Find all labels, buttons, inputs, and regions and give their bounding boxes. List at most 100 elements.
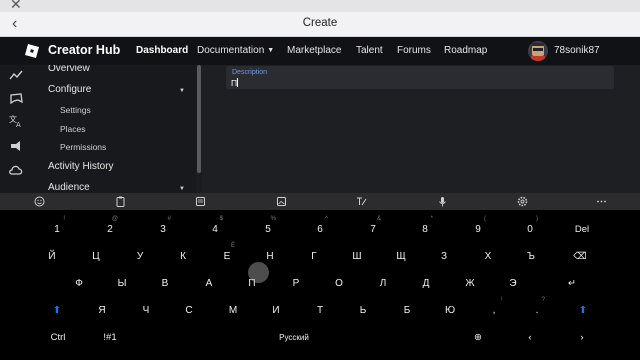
key-Б[interactable]: Б [387, 301, 427, 321]
microphone-icon[interactable] [437, 196, 448, 207]
nav-talent[interactable]: Talent [356, 45, 383, 56]
key-delete[interactable]: Del [562, 220, 602, 240]
key-У[interactable]: У [120, 247, 160, 267]
key-comma[interactable]: ,! [474, 297, 514, 321]
key-2[interactable]: 2 @ [90, 216, 130, 240]
chevron-down-icon[interactable]: ▼ [179, 186, 185, 192]
key-ctrl[interactable]: Ctrl [38, 328, 78, 348]
key-1[interactable]: 1! [37, 216, 77, 240]
key-Я[interactable]: Я [82, 301, 122, 321]
key-Э[interactable]: Э [493, 274, 533, 294]
key-О[interactable]: О [319, 274, 359, 294]
key-0[interactable]: 0) [510, 216, 550, 240]
description-field[interactable]: Description П [226, 66, 614, 89]
more-icon[interactable] [596, 196, 607, 207]
backspace-icon[interactable]: ⌫ [560, 247, 600, 267]
key-7[interactable]: 7 & [353, 216, 393, 240]
key-Ь[interactable]: Ь [343, 301, 383, 321]
key-Г[interactable]: Г [294, 247, 334, 267]
key-Д[interactable]: Д [406, 274, 446, 294]
key-Е[interactable]: ЕЁ [207, 243, 247, 267]
sidebar-item-settings[interactable]: Settings [60, 105, 91, 115]
key-Ь-label: Ь [359, 305, 367, 316]
key-Т[interactable]: Т [300, 301, 340, 321]
key-6[interactable]: 6 ^ [300, 216, 340, 240]
avatar[interactable] [528, 41, 548, 61]
trending-icon[interactable] [9, 68, 23, 82]
key-Г-label: Г [311, 251, 317, 262]
key-5[interactable]: 5% [248, 216, 288, 240]
key-М[interactable]: М [213, 301, 253, 321]
key-С[interactable]: С [169, 301, 209, 321]
sidebar-item-configure[interactable]: Configure [48, 84, 91, 95]
image-icon[interactable] [276, 196, 287, 207]
key-Ш[interactable]: Ш [337, 247, 377, 267]
key-3[interactable]: 3 # [143, 216, 183, 240]
handwriting-icon[interactable] [356, 196, 367, 207]
shift-right-icon[interactable]: ⬆ [563, 301, 603, 321]
key-3-label: 3 [160, 224, 166, 235]
key-З[interactable]: З [424, 247, 464, 267]
shift-left-icon[interactable]: ⬆ [37, 301, 77, 321]
cloud-icon[interactable] [9, 163, 23, 177]
sidebar-item-overview[interactable]: Overview [48, 65, 90, 74]
sidebar-item-places[interactable]: Places [60, 124, 86, 134]
key-2-hint: @ [111, 216, 118, 222]
key-1-label: 1 [54, 224, 60, 235]
settings-icon[interactable] [517, 196, 528, 207]
key-Ж[interactable]: Ж [450, 274, 490, 294]
keyboard-layout-icon[interactable] [195, 196, 206, 207]
creator-hub-logo-icon[interactable] [24, 43, 40, 59]
key-9[interactable]: 9( [458, 216, 498, 240]
key-Л-label: Л [379, 278, 387, 289]
megaphone-icon[interactable] [9, 139, 23, 153]
key-К[interactable]: К [163, 247, 203, 267]
arrow-right-icon[interactable]: › [562, 328, 602, 348]
nav-dashboard[interactable]: Dashboard [136, 45, 188, 56]
controller-icon[interactable] [9, 91, 23, 105]
key-А[interactable]: А [189, 274, 229, 294]
key-Ъ-label: Ъ [527, 251, 535, 262]
nav-marketplace[interactable]: Marketplace [287, 45, 341, 56]
emoji-icon[interactable] [34, 196, 45, 207]
shift-right-icon-label: ⬆ [578, 305, 588, 316]
key-Ю[interactable]: Ю [430, 301, 470, 321]
nav-roadmap[interactable]: Roadmap [444, 45, 487, 56]
close-icon[interactable]: ✕ [10, 0, 22, 11]
nav-documentation[interactable]: Documentation ▼ [197, 45, 274, 56]
key-8[interactable]: 8 * [405, 216, 445, 240]
key-ctrl-label: Ctrl [50, 332, 66, 343]
key-Ф[interactable]: Ф [59, 274, 99, 294]
key-И[interactable]: И [256, 301, 296, 321]
globe-icon[interactable]: ⊕ [458, 328, 498, 348]
space-bar[interactable]: Русский [150, 328, 438, 348]
key-Щ[interactable]: Щ [381, 247, 421, 267]
key-Ъ[interactable]: Ъ [511, 247, 551, 267]
enter-icon[interactable]: ↵ [552, 274, 592, 294]
sidebar-scrollbar[interactable] [197, 65, 201, 173]
key-Р[interactable]: Р [276, 274, 316, 294]
chevron-down-icon[interactable]: ▼ [179, 88, 185, 94]
key-symbols[interactable]: !#1 [90, 328, 130, 348]
description-input[interactable]: П [231, 78, 239, 88]
key-4[interactable]: 4 $ [195, 216, 235, 240]
username[interactable]: 78sonik87 [554, 45, 600, 56]
key-В[interactable]: В [145, 274, 185, 294]
key-Ч[interactable]: Ч [126, 301, 166, 321]
key-Ы[interactable]: Ы [102, 274, 142, 294]
key-Ц[interactable]: Ц [76, 247, 116, 267]
translate-icon[interactable]: 文 A [9, 114, 23, 128]
key-Й[interactable]: Й [32, 247, 72, 267]
key-Л[interactable]: Л [363, 274, 403, 294]
key-Е-label: Е [223, 251, 231, 262]
clipboard-icon[interactable] [115, 196, 126, 207]
nav-forums[interactable]: Forums [397, 45, 431, 56]
sidebar-item-permissions[interactable]: Permissions [60, 142, 106, 152]
key-Х[interactable]: Х [468, 247, 508, 267]
key-period[interactable]: .? [517, 297, 557, 321]
arrow-left-icon[interactable]: ‹ [510, 328, 550, 348]
sidebar-item-activity-history[interactable]: Activity History [48, 161, 114, 172]
sidebar-item-audience[interactable]: Audience [48, 182, 90, 193]
brand-name[interactable]: Creator Hub [48, 43, 120, 57]
main-content: Description П [202, 65, 640, 193]
